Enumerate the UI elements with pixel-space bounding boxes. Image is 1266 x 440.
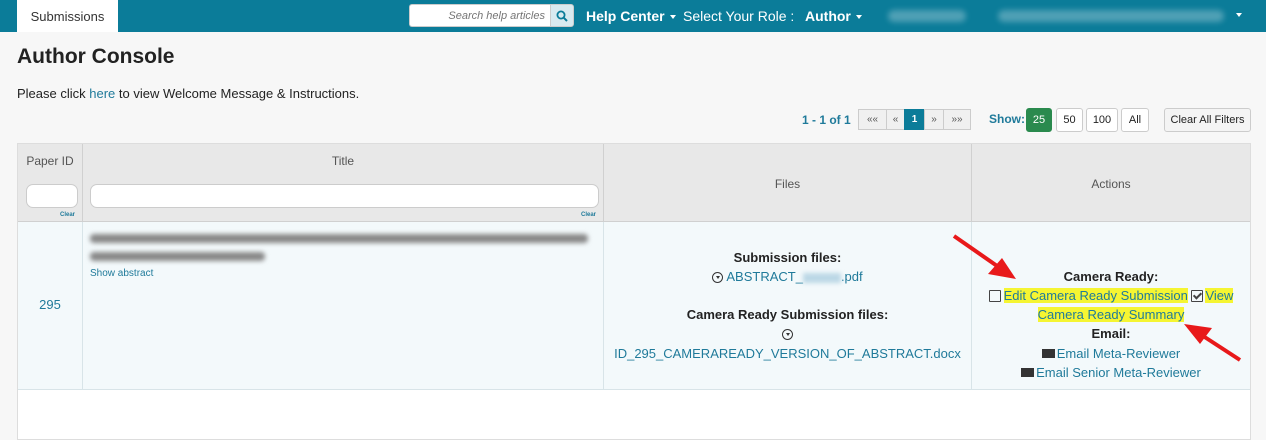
show-abstract-link[interactable]: Show abstract bbox=[90, 268, 153, 279]
clear-all-filters-button[interactable]: Clear All Filters bbox=[1164, 108, 1251, 132]
camera-ready-actions-line-1: Edit Camera Ready Submission View bbox=[972, 288, 1250, 303]
header-title-label: Title bbox=[331, 154, 355, 168]
paper-id-filter-input[interactable] bbox=[26, 184, 78, 208]
show-50-button[interactable]: 50 bbox=[1056, 108, 1083, 132]
envelope-icon bbox=[1041, 349, 1055, 359]
submission-file-row: ABSTRACT_ .pdf bbox=[604, 269, 971, 284]
role-label: Select Your Role : bbox=[683, 8, 795, 24]
submission-file-name: ABSTRACT_ bbox=[726, 269, 803, 284]
help-search bbox=[409, 4, 574, 27]
submissions-table: Paper ID Clear Title Clear Files Actions… bbox=[17, 143, 1251, 440]
page-1-button[interactable]: 1 bbox=[904, 109, 925, 130]
cell-paper-id: 295 bbox=[18, 222, 83, 390]
pager: «« « 1 » »» bbox=[858, 109, 971, 130]
email-senior-meta-reviewer-link[interactable]: Email Senior Meta-Reviewer bbox=[1036, 365, 1201, 380]
camera-file-row: ID_295_CAMERAREADY_VERSION_OF_ABSTRACT.d… bbox=[604, 346, 971, 361]
submission-files-label: Submission files: bbox=[733, 250, 842, 265]
camera-file-link[interactable]: ID_295_CAMERAREADY_VERSION_OF_ABSTRACT.d… bbox=[614, 346, 961, 361]
camera-download-row bbox=[604, 326, 971, 341]
search-icon bbox=[556, 10, 568, 22]
first-page-button[interactable]: «« bbox=[858, 109, 887, 130]
tab-submissions[interactable]: Submissions bbox=[17, 0, 118, 32]
annotation-arrow-top-icon bbox=[952, 234, 1016, 279]
redacted-title-line-1 bbox=[90, 234, 588, 243]
email-meta-reviewer-link[interactable]: Email Meta-Reviewer bbox=[1057, 346, 1181, 361]
show-label: Show: bbox=[989, 112, 1025, 126]
chevron-down-icon bbox=[1236, 13, 1242, 17]
show-100-button[interactable]: 100 bbox=[1086, 108, 1118, 132]
camera-files-label: Camera Ready Submission files: bbox=[686, 307, 889, 322]
welcome-text: Please click here to view Welcome Messag… bbox=[17, 86, 359, 101]
page-count: 1 - 1 of 1 bbox=[802, 113, 851, 127]
header-actions-label: Actions bbox=[1091, 177, 1131, 191]
submission-file-ext: .pdf bbox=[840, 269, 863, 284]
search-input[interactable] bbox=[409, 4, 550, 27]
header-files-label: Files bbox=[774, 177, 801, 191]
header-title: Title Clear bbox=[83, 144, 604, 222]
paper-id-clear-link[interactable]: Clear bbox=[60, 212, 75, 218]
paper-id-link[interactable]: 295 bbox=[18, 297, 82, 312]
redacted-title-line-2 bbox=[90, 252, 265, 261]
search-button[interactable] bbox=[550, 4, 574, 27]
title-filter-input[interactable] bbox=[90, 184, 599, 208]
view-camera-ready-link-part-2[interactable]: Camera Ready Summary bbox=[1037, 307, 1185, 322]
next-page-button[interactable]: » bbox=[924, 109, 944, 130]
view-camera-ready-link-part-1[interactable]: View bbox=[1205, 288, 1234, 303]
welcome-link[interactable]: here bbox=[89, 86, 115, 101]
chevron-down-icon bbox=[669, 15, 676, 20]
email-senior-row: Email Senior Meta-Reviewer bbox=[972, 365, 1250, 380]
redacted-conference[interactable] bbox=[888, 10, 966, 22]
cell-files: Submission files: ABSTRACT_ .pdf Camera R… bbox=[604, 222, 972, 390]
download-icon bbox=[782, 329, 793, 341]
show-25-button[interactable]: 25 bbox=[1026, 108, 1052, 132]
annotation-arrow-bottom-icon bbox=[1184, 324, 1242, 362]
envelope-icon bbox=[1021, 368, 1035, 378]
role-dropdown[interactable]: Author bbox=[805, 8, 862, 24]
help-center-label: Help Center bbox=[586, 8, 665, 24]
cell-title: Show abstract bbox=[83, 222, 604, 390]
header-paper-id: Paper ID Clear bbox=[18, 144, 83, 222]
chevron-down-icon bbox=[855, 15, 862, 20]
page-title: Author Console bbox=[17, 45, 175, 68]
redacted-user[interactable] bbox=[998, 10, 1224, 22]
header-actions: Actions bbox=[972, 144, 1250, 222]
redacted-file-part bbox=[802, 272, 841, 283]
download-icon bbox=[712, 272, 724, 284]
role-value: Author bbox=[805, 8, 851, 24]
edit-camera-ready-link[interactable]: Edit Camera Ready Submission bbox=[1003, 288, 1188, 303]
submission-file-link[interactable]: ABSTRACT_ .pdf bbox=[726, 269, 862, 284]
header-paper-id-label: Paper ID bbox=[26, 154, 74, 168]
header-files: Files bbox=[604, 144, 972, 222]
help-center-menu[interactable]: Help Center bbox=[586, 8, 676, 24]
top-navbar: Submissions Help Center Select Your Role… bbox=[0, 0, 1266, 32]
checkbox-icon bbox=[1191, 289, 1204, 302]
show-all-button[interactable]: All bbox=[1121, 108, 1149, 132]
title-clear-link[interactable]: Clear bbox=[581, 212, 596, 218]
edit-icon bbox=[988, 289, 1001, 302]
welcome-suffix: to view Welcome Message & Instructions. bbox=[115, 86, 360, 101]
last-page-button[interactable]: »» bbox=[943, 109, 971, 130]
prev-page-button[interactable]: « bbox=[886, 109, 905, 130]
welcome-prefix: Please click bbox=[17, 86, 90, 101]
